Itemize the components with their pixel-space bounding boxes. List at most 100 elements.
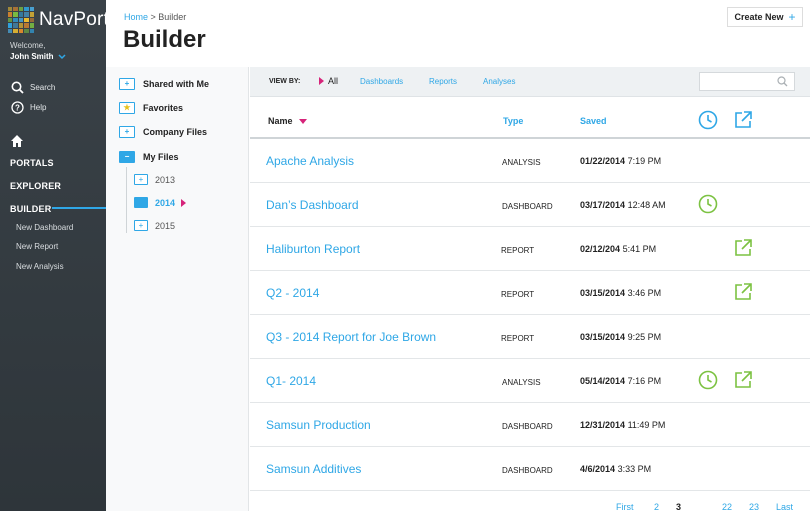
chevron-down-icon [58,53,66,59]
logo-tile [8,17,13,23]
logo-tile [13,7,18,12]
table-row[interactable]: Q2 - 2014 REPORT 03/15/2014 3:46 PM [250,271,810,315]
file-type: ANALYSIS [502,378,541,387]
tree-year-label: 2014 [155,197,176,208]
logo-tile [29,17,34,23]
filter-analyses[interactable]: Analyses [483,77,515,86]
file-type: REPORT [501,290,535,299]
file-name-link[interactable]: Q1- 2014 [266,374,316,388]
saved-datetime: 05/14/2014 7:16 PM [580,376,661,386]
search-icon [777,76,788,87]
file-type: ANALYSIS [502,158,541,167]
nav-builder[interactable]: BUILDER [10,204,51,214]
nav-new-analysis[interactable]: New Analysis [16,262,64,271]
selected-arrow-icon [181,198,187,207]
file-name-link[interactable]: Haliburton Report [266,242,360,256]
star-folder-icon: ★ [119,102,135,114]
external-link-icon[interactable] [733,282,753,302]
page-3-current[interactable]: 3 [676,502,681,511]
page-last[interactable]: Last [776,502,793,511]
table-row[interactable]: Q1- 2014 ANALYSIS 05/14/2014 7:16 PM [250,359,810,403]
tree-year-label: 2015 [155,220,176,231]
saved-datetime: 03/17/2014 12:48 AM [580,200,666,210]
file-name-link[interactable]: Dan’s Dashboard [266,198,359,212]
nav-new-dashboard[interactable]: New Dashboard [16,223,73,232]
help-nav-item[interactable]: ? Help [10,100,46,114]
logo-tile [13,23,18,28]
create-new-label: Create New [734,12,784,22]
table-row[interactable]: Haliburton Report REPORT 02/12/204 5:41 PM [250,227,810,271]
nav-explorer[interactable]: EXPLORER [10,181,61,191]
logo-tile [8,23,13,28]
external-link-icon[interactable] [733,110,753,130]
filter-dashboards[interactable]: Dashboards [360,77,403,86]
column-header-saved[interactable]: Saved [580,116,607,126]
saved-date: 01/22/2014 [580,156,626,166]
active-indicator [52,207,106,209]
logo-tile [18,23,24,28]
nav-portals[interactable]: PORTALS [10,158,54,168]
external-link-icon[interactable] [733,238,753,258]
filter-reports[interactable]: Reports [429,77,457,86]
table-row[interactable]: Q3 - 2014 Report for Joe Brown REPORT 03/1… [250,315,810,359]
column-header-type[interactable]: Type [503,116,523,126]
plus-icon: + [788,10,796,24]
selected-arrow-icon [319,77,324,85]
user-menu[interactable]: John Smith [10,52,66,61]
page-22[interactable]: 22 [722,502,732,511]
table-row[interactable]: Apache Analysis ANALYSIS 01/22/2014 7:19 P… [250,139,810,183]
logo-tile [29,7,34,12]
open-folder-icon: − [119,151,135,163]
saved-time: 5:41 PM [622,244,657,254]
file-type: REPORT [501,334,535,343]
tree-year-2014[interactable]: 2014 [134,197,187,208]
tree-connector-line [126,167,127,233]
clock-icon[interactable] [698,194,718,214]
logo[interactable]: NavPort [8,7,109,33]
logo-tile [29,28,34,33]
logo-tile [8,12,13,17]
table-row[interactable]: Dan’s Dashboard DASHBOARD 03/17/2014 12:48… [250,183,810,227]
page-23[interactable]: 23 [749,502,759,511]
tree-year-2015[interactable]: + 2015 [134,220,175,231]
tree-year-2013[interactable]: + 2013 [134,174,175,185]
tree-my-files[interactable]: − My Files [119,151,179,163]
external-link-icon[interactable] [733,370,753,390]
logo-tile [24,28,29,33]
sidebar: NavPort Welcome, John Smith Search ? Hel… [0,0,109,511]
filter-all[interactable]: All [319,76,338,86]
tree-favorites[interactable]: ★ Favorites [119,102,183,114]
file-name-link[interactable]: Apache Analysis [266,154,354,168]
breadcrumb-home-link[interactable]: Home [124,12,148,22]
svg-text:?: ? [15,103,20,112]
page-first[interactable]: First [616,502,634,511]
file-name-link[interactable]: Samsun Production [266,418,371,432]
clock-icon[interactable] [698,110,718,130]
logo-tile [29,12,34,17]
file-name-link[interactable]: Samsun Additives [266,462,361,476]
column-header-name[interactable]: Name [268,116,307,126]
search-input[interactable] [699,72,795,91]
saved-time: 7:16 PM [627,376,662,386]
nav-new-report[interactable]: New Report [16,242,58,251]
logo-tile [8,28,13,33]
create-new-button[interactable]: Create New + [727,7,803,27]
logo-tile [13,12,18,17]
tree-shared-with-me[interactable]: + Shared with Me [119,78,209,90]
tree-company-files[interactable]: + Company Files [119,126,207,138]
welcome-text: Welcome, [10,41,46,50]
file-type: DASHBOARD [502,202,553,211]
saved-time: 11:49 PM [627,420,666,430]
search-nav-item[interactable]: Search [10,80,55,94]
page-2[interactable]: 2 [654,502,659,511]
file-name-link[interactable]: Q3 - 2014 Report for Joe Brown [266,330,436,344]
home-icon[interactable] [10,134,24,148]
table-row[interactable]: Samsun Production DASHBOARD 12/31/2014 11:… [250,403,810,447]
table-row[interactable]: Samsun Additives DASHBOARD 4/6/2014 3:33 P… [250,447,810,491]
logo-tile [18,7,24,12]
clock-icon[interactable] [698,370,718,390]
saved-time: 3:33 PM [617,464,652,474]
file-type: DASHBOARD [502,466,553,475]
user-name: John Smith [10,52,54,61]
file-name-link[interactable]: Q2 - 2014 [266,286,319,300]
